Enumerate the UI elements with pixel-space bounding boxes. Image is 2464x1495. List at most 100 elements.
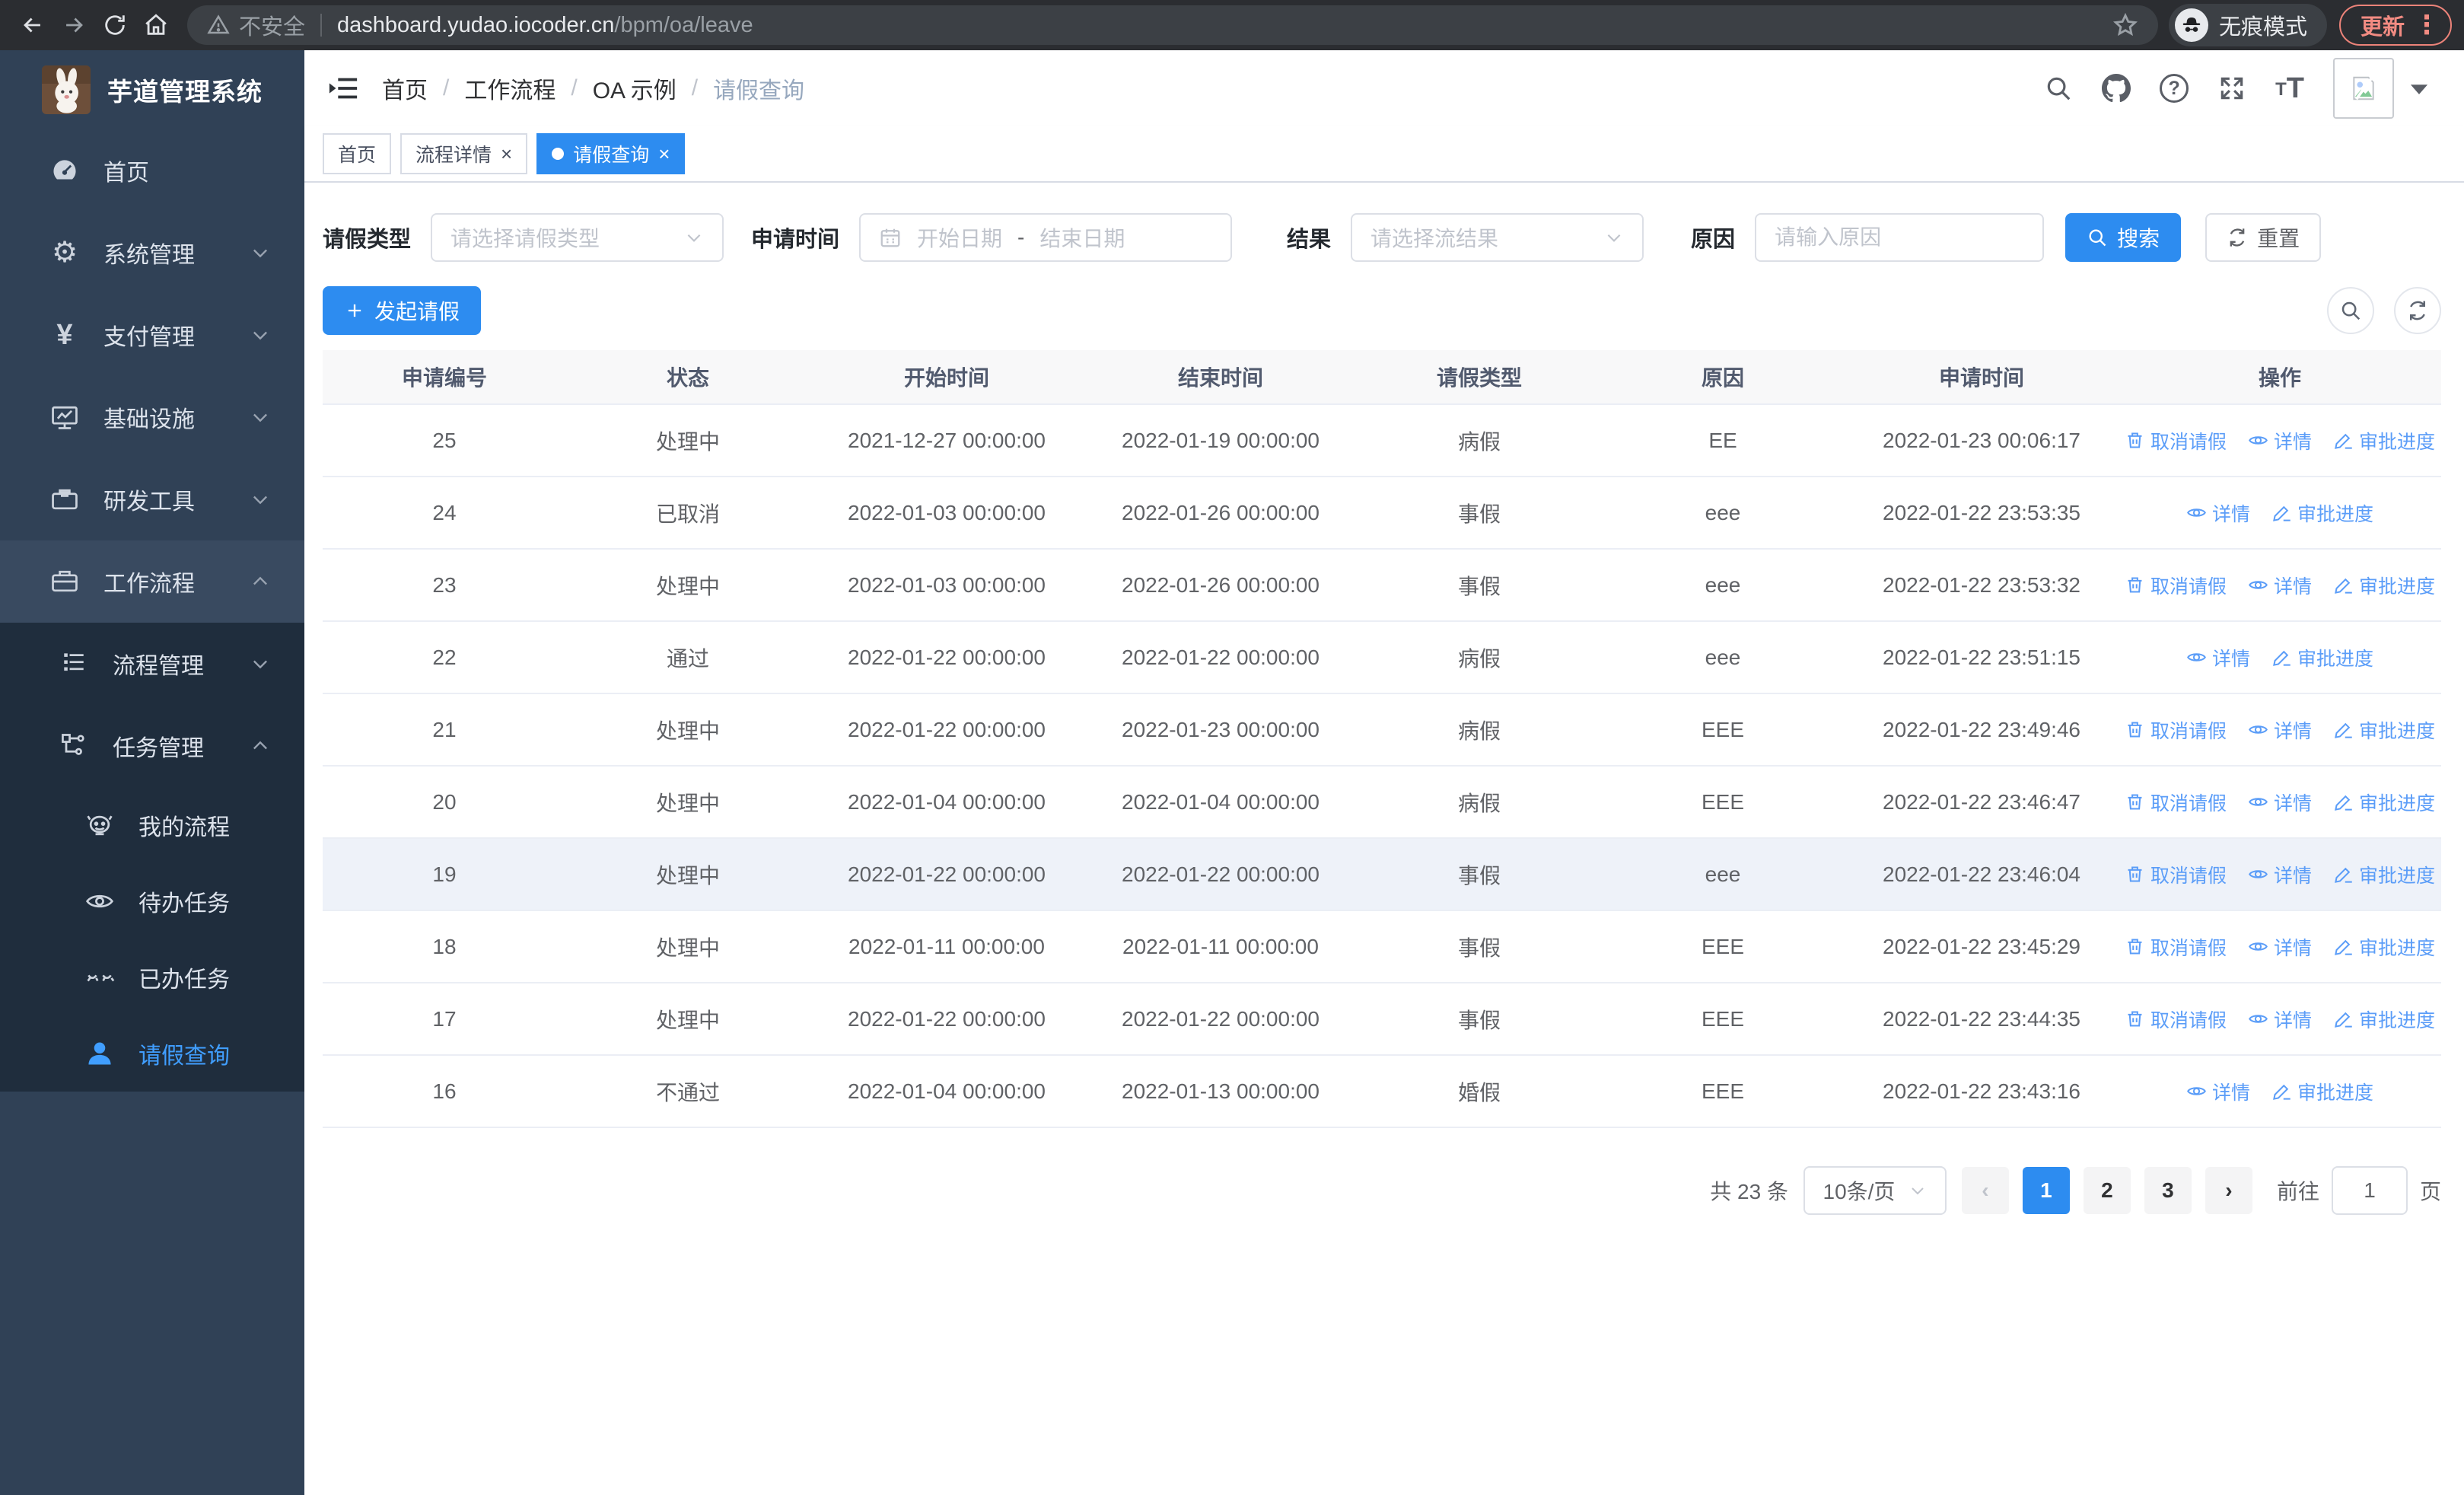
status-cell: 处理中 [655,429,720,454]
progress-action-link[interactable]: 审批进度 [2333,861,2435,888]
progress-action-link[interactable]: 审批进度 [2333,933,2435,961]
progress-action-link[interactable]: 审批进度 [2333,716,2435,744]
detail-action-link[interactable]: 详情 [2248,572,2312,599]
broken-image-icon [2353,76,2374,100]
sidebar-item-done-tasks[interactable]: 已办任务 [0,939,304,1015]
browser-home-button[interactable] [135,5,177,46]
leave-type-select[interactable]: 请选择请假类型 [431,213,724,262]
reason-cell: EEE [1701,789,1745,814]
back-arrow-icon [24,18,40,33]
cancel-action-link[interactable]: 取消请假 [2125,933,2227,961]
sidebar-item-infrastructure[interactable]: 基础设施 [0,376,304,458]
reset-button[interactable]: 重置 [2205,213,2322,262]
sidebar-item-payment[interactable]: ¥ 支付管理 [0,294,304,376]
header-search-icon[interactable] [2044,74,2073,103]
sidebar-item-devtools[interactable]: 研发工具 [0,458,304,540]
progress-action-link[interactable]: 审批进度 [2271,644,2373,671]
create-leave-button[interactable]: 发起请假 [323,286,482,335]
eye-icon [2249,942,2268,951]
user-avatar-menu[interactable] [2333,58,2434,119]
cancel-action-link[interactable]: 取消请假 [2125,572,2227,599]
search-button[interactable]: 搜索 [2065,213,2182,262]
breadcrumb-workflow[interactable]: 工作流程 [464,72,556,105]
security-warning[interactable]: 不安全 [207,9,305,41]
page-button-3[interactable]: 3 [2144,1167,2192,1214]
sidebar-item-task-management[interactable]: 任务管理 [0,705,304,787]
prev-page-button[interactable]: ‹ [1961,1167,2009,1214]
avatar[interactable] [2333,58,2394,119]
result-select[interactable]: 请选择流结果 [1351,213,1644,262]
caret-down-icon [2405,74,2434,103]
sidebar-item-home[interactable]: 首页 [0,129,304,212]
detail-action-link[interactable]: 详情 [2186,499,2250,527]
page-button-1[interactable]: 1 [2022,1167,2070,1214]
tab-leave-query[interactable]: 请假查询 × [536,133,686,174]
leave-table: 申请编号 状态 开始时间 结束时间 请假类型 原因 申请时间 操作 25 处理中 2… [323,350,2441,1128]
detail-action-link[interactable]: 详情 [2248,933,2312,961]
apply-time-range-picker[interactable]: 开始日期 - 结束日期 [859,213,1233,262]
request-id-cell: 23 [432,572,457,597]
cancel-action-link[interactable]: 取消请假 [2125,861,2227,888]
detail-action-link[interactable]: 详情 [2248,1006,2312,1033]
sidebar-item-leave-query[interactable]: 请假查询 [0,1015,304,1092]
actions-cell: 详情 审批进度 [2119,499,2441,527]
sidebar-item-todo-tasks[interactable]: 待办任务 [0,863,304,939]
github-icon[interactable] [2102,74,2131,103]
sidebar-item-my-process[interactable]: 我的流程 [0,787,304,863]
bookmark-star-icon[interactable] [2112,12,2138,38]
date-end-placeholder: 结束日期 [1039,227,1125,250]
table-row: 18 处理中 2022-01-11 00:00:00 2022-01-11 00:00… [323,911,2441,983]
address-bar[interactable]: 不安全 dashboard.yudao.iocoder.cn /bpm/oa/l… [187,5,2158,45]
reason-cell: EE [1708,428,1737,452]
cancel-action-link[interactable]: 取消请假 [2125,427,2227,454]
sidebar-item-process-management[interactable]: 流程管理 [0,623,304,705]
progress-action-link[interactable]: 审批进度 [2271,1078,2373,1105]
pencil-icon [2335,867,2352,883]
sidebar-collapse-button[interactable] [327,72,359,104]
sidebar-logo[interactable]: 芋道管理系统 [0,50,304,129]
tab-home[interactable]: 首页 [323,133,392,174]
breadcrumb-home[interactable]: 首页 [382,72,428,105]
progress-action-link[interactable]: 审批进度 [2333,427,2435,454]
detail-action-link[interactable]: 详情 [2186,644,2250,671]
status-cell: 处理中 [655,791,720,815]
cancel-action-link[interactable]: 取消请假 [2125,716,2227,744]
fullscreen-icon[interactable] [2217,74,2246,103]
breadcrumb-separator: / [443,75,450,100]
tab-process-detail[interactable]: 流程详情 × [400,133,528,174]
browser-update-button[interactable]: 更新 ⋮ [2338,5,2452,46]
cancel-action-link[interactable]: 取消请假 [2125,789,2227,816]
detail-action-link[interactable]: 详情 [2248,789,2312,816]
detail-action-link[interactable]: 详情 [2186,1078,2250,1105]
cancel-action-link[interactable]: 取消请假 [2125,1006,2227,1033]
progress-action-link[interactable]: 审批进度 [2333,572,2435,599]
close-tab-icon[interactable]: × [658,144,670,164]
page-size-select[interactable]: 10条/页 [1803,1166,1947,1215]
browser-menu-icon[interactable]: ⋮ [2414,12,2440,38]
start-time-cell: 2022-01-11 00:00:00 [848,934,1045,958]
browser-reload-button[interactable] [94,5,135,46]
progress-action-link[interactable]: 审批进度 [2333,789,2435,816]
detail-action-link[interactable]: 详情 [2248,716,2312,744]
detail-action-link[interactable]: 详情 [2248,427,2312,454]
reason-input[interactable] [1755,213,2045,262]
sidebar-item-system[interactable]: ⚙ 系统管理 [0,212,304,294]
goto-page-input[interactable] [2331,1166,2408,1215]
help-icon[interactable]: ? [2160,74,2189,103]
browser-forward-button[interactable] [53,5,94,46]
breadcrumb-oa-example[interactable]: OA 示例 [593,72,676,105]
show-search-toggle-button[interactable] [2327,287,2374,334]
refresh-table-button[interactable] [2394,287,2441,334]
close-tab-icon[interactable]: × [501,144,512,164]
breadcrumb: 首页 / 工作流程 / OA 示例 / 请假查询 [382,72,2044,105]
font-size-icon[interactable]: TT [2275,74,2304,103]
progress-action-link[interactable]: 审批进度 [2271,499,2373,527]
browser-back-button[interactable] [12,5,53,46]
start-time-cell: 2022-01-22 00:00:00 [848,717,1046,741]
status-cell: 处理中 [655,574,720,598]
detail-action-link[interactable]: 详情 [2248,861,2312,888]
page-button-2[interactable]: 2 [2083,1167,2131,1214]
progress-action-link[interactable]: 审批进度 [2333,1006,2435,1033]
sidebar-item-workflow[interactable]: 工作流程 [0,540,304,623]
next-page-button[interactable]: › [2205,1167,2252,1214]
